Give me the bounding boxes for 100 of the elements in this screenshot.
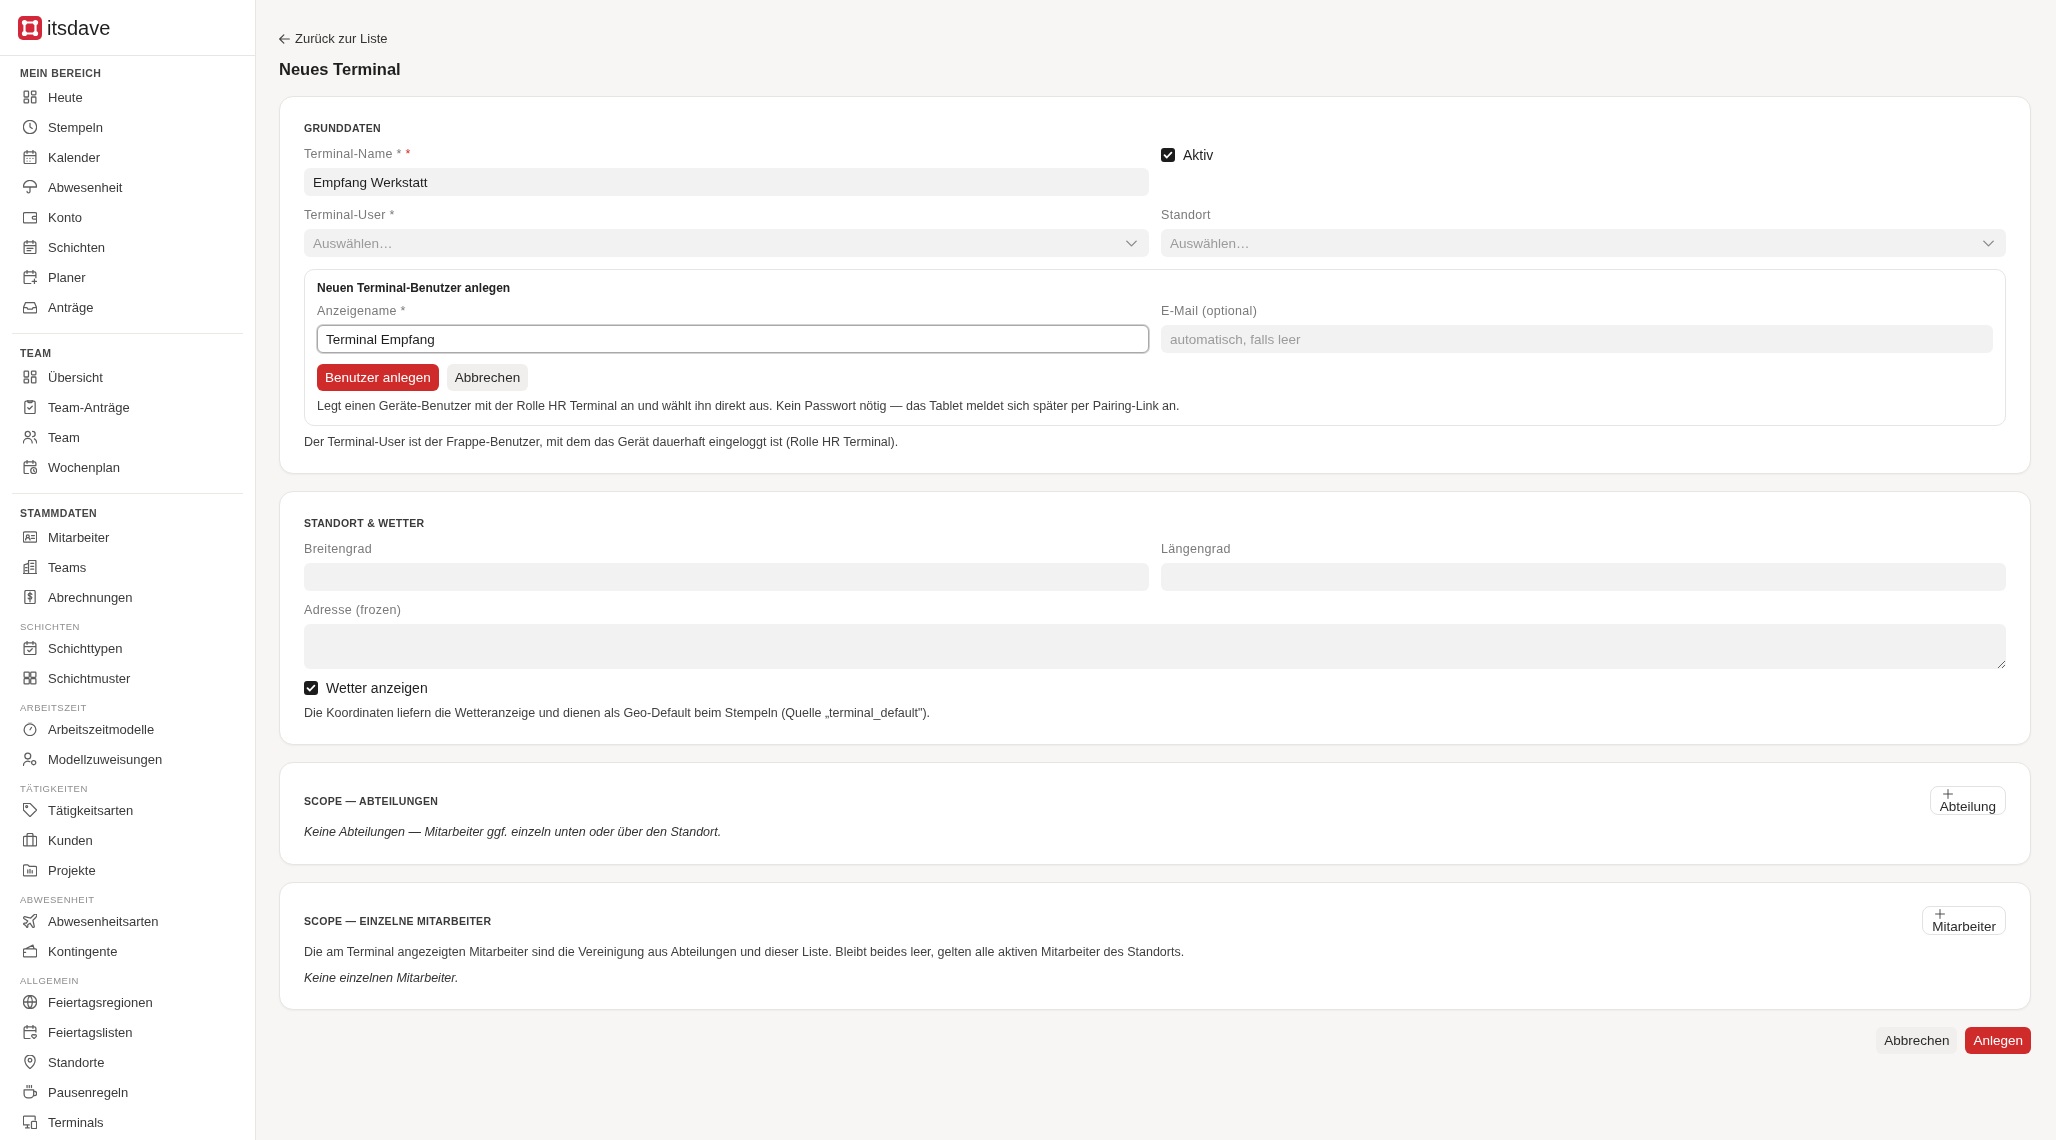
sidebar-item[interactable]: Anträge xyxy=(12,292,243,322)
briefcase-icon xyxy=(23,833,37,847)
sidebar-item[interactable]: Feiertagslisten xyxy=(12,1017,243,1047)
coffee-cup-icon xyxy=(23,1085,37,1099)
sidebar-item[interactable]: Team-Anträge xyxy=(12,392,243,422)
page-title: Neues Terminal xyxy=(279,59,402,80)
description-text: Die am Terminal angezeigten Mitarbeiter sind die Vereinigung aus Abteilungen und dieser Liste. Bleibt beides leer, gelten alle aktiven Mitarbeiter des Standorts. xyxy=(304,944,1186,960)
chevron-down-icon xyxy=(1983,239,1994,247)
field-label: E-Mail (optional) xyxy=(1161,303,1258,319)
sidebar-item[interactable]: Kalender xyxy=(12,142,243,172)
cancel-button[interactable]: Abbrechen xyxy=(446,364,529,391)
section-heading: STAMMDATEN xyxy=(19,506,98,521)
back-link[interactable]: Zurück zur Liste xyxy=(279,30,388,48)
sidebar-item[interactable]: Tätigkeitsarten xyxy=(12,795,243,825)
empty-state-text: Keine Abteilungen — Mitarbeiter ggf. einzeln unten oder über den Standort. xyxy=(304,824,723,841)
checkbox[interactable] xyxy=(304,681,318,695)
sidebar-item[interactable]: Schichttypen xyxy=(12,633,243,663)
help-text: Der Terminal-User ist der Frappe-Benutzer, mit dem das Gerät dauerhaft eingeloggt ist (Rolle HR Terminal). xyxy=(304,434,900,450)
clock-icon xyxy=(23,120,37,134)
checkbox[interactable] xyxy=(1161,148,1175,162)
sidebar-item[interactable]: Terminals xyxy=(12,1107,243,1137)
tag-icon xyxy=(23,803,37,817)
text-field[interactable]: Empfang Werkstatt xyxy=(304,168,1149,196)
sidebar-item[interactable]: Arbeitszeitmodelle xyxy=(12,714,243,744)
sidebar-item[interactable]: Schichtmuster xyxy=(12,663,243,693)
users-icon xyxy=(23,430,37,444)
calendar-icon xyxy=(23,150,37,164)
checkbox-label: Aktiv xyxy=(1183,146,1214,164)
stopwatch-icon xyxy=(23,722,37,736)
panel-title: Neuen Terminal-Benutzer anlegen xyxy=(317,280,512,297)
group-heading: SCHICHTEN xyxy=(19,621,80,633)
field-label: Terminal-User * xyxy=(304,207,395,223)
sidebar-item[interactable]: Planer xyxy=(12,262,243,292)
grid-icon xyxy=(23,671,37,685)
logo-icon xyxy=(18,15,42,40)
textarea-field[interactable] xyxy=(304,624,2006,669)
sidebar-item[interactable]: Pausenregeln xyxy=(12,1077,243,1107)
field-label: Längengrad xyxy=(1161,541,1231,557)
map-pin-icon xyxy=(23,1055,37,1069)
sidebar-item[interactable]: Modellzuweisungen xyxy=(12,744,243,774)
group-heading: ARBEITSZEIT xyxy=(19,702,87,714)
receipt-dollar-icon xyxy=(23,590,37,604)
calendar-heart-icon xyxy=(23,1025,37,1039)
field-label: Terminal-Name * xyxy=(304,146,402,162)
text-field[interactable]: automatisch, falls leer xyxy=(1161,325,1993,353)
calendar-plus-icon xyxy=(23,270,37,284)
field-label: Standort xyxy=(1161,207,1211,223)
calendar-clock-icon xyxy=(23,460,37,474)
empty-state-text: Keine einzelnen Mitarbeiter. xyxy=(304,970,460,986)
create-button[interactable]: Anlegen xyxy=(1965,1027,2031,1054)
help-text: Legt einen Geräte-Benutzer mit der Rolle HR Terminal an und wählt ihn direkt aus. Kein Passwort nötig — das Tablet meldet sich später per Pairing-Link an. xyxy=(317,398,1181,414)
sidebar-item[interactable]: Stempeln xyxy=(12,112,243,142)
plane-icon xyxy=(23,914,37,928)
wallet-icon xyxy=(23,210,37,224)
dashboard-icon xyxy=(23,90,37,104)
sidebar-item[interactable]: Kunden xyxy=(12,825,243,855)
text-field[interactable]: Terminal Empfang xyxy=(317,325,1149,353)
section-heading: MEIN BEREICH xyxy=(19,66,102,81)
sidebar-item[interactable]: Projekte xyxy=(12,855,243,885)
clipboard-check-icon xyxy=(23,400,37,414)
calendar-check-icon xyxy=(23,641,37,655)
sidebar-item[interactable]: Teams xyxy=(12,552,243,582)
sidebar-item[interactable]: Konto xyxy=(12,202,243,232)
sidebar-item[interactable]: Abrechnungen xyxy=(12,582,243,612)
help-text: Die Koordinaten liefern die Wetteranzeige und dienen als Geo-Default beim Stempeln (Quelle „terminal_default"). xyxy=(304,705,932,721)
section-heading: STANDORT & WETTER xyxy=(304,516,426,531)
sidebar-item[interactable]: Abwesenheit xyxy=(12,172,243,202)
sidebar-item[interactable]: Kontingente xyxy=(12,936,243,966)
arrow-left-icon xyxy=(279,34,290,44)
dashboard-icon xyxy=(23,370,37,384)
sidebar-item[interactable]: Übersicht xyxy=(12,362,243,392)
sidebar-item[interactable]: Mitarbeiter xyxy=(12,522,243,552)
plus-icon xyxy=(1942,789,1953,799)
sidebar-item[interactable]: Standorte xyxy=(12,1047,243,1077)
cancel-button[interactable]: Abbrechen xyxy=(1876,1027,1958,1054)
field-label: Adresse (frozen) xyxy=(304,602,402,618)
sidebar-item[interactable]: Heute xyxy=(12,82,243,112)
folder-chart-icon xyxy=(23,863,37,877)
building-icon xyxy=(23,560,37,574)
sidebar-item[interactable]: Team xyxy=(12,422,243,452)
logo-text: itsdave xyxy=(47,15,111,40)
section-heading: TEAM xyxy=(19,346,52,361)
group-heading: ABWESENHEIT xyxy=(19,894,95,906)
sidebar-item[interactable]: Schichten xyxy=(12,232,243,262)
add-button[interactable]: Mitarbeiter xyxy=(1922,906,2006,935)
required-mark: * xyxy=(405,146,411,162)
umbrella-icon xyxy=(23,180,37,194)
group-heading: ALLGEMEIN xyxy=(19,975,79,987)
chevron-down-icon xyxy=(1126,239,1137,247)
devices-icon xyxy=(23,1115,37,1129)
sidebar-item[interactable]: Abwesenheitsarten xyxy=(12,906,243,936)
sidebar-item[interactable]: Wochenplan xyxy=(12,452,243,482)
create-user-button[interactable]: Benutzer anlegen xyxy=(317,364,439,391)
sidebar-item[interactable]: Feiertagsregionen xyxy=(12,987,243,1017)
id-card-icon xyxy=(23,530,37,544)
globe-icon xyxy=(23,995,37,1009)
inbox-icon xyxy=(23,300,37,314)
checkbox-label: Wetter anzeigen xyxy=(326,679,428,697)
add-button[interactable]: Abteilung xyxy=(1929,786,2006,815)
card-wallet-icon xyxy=(23,944,37,958)
